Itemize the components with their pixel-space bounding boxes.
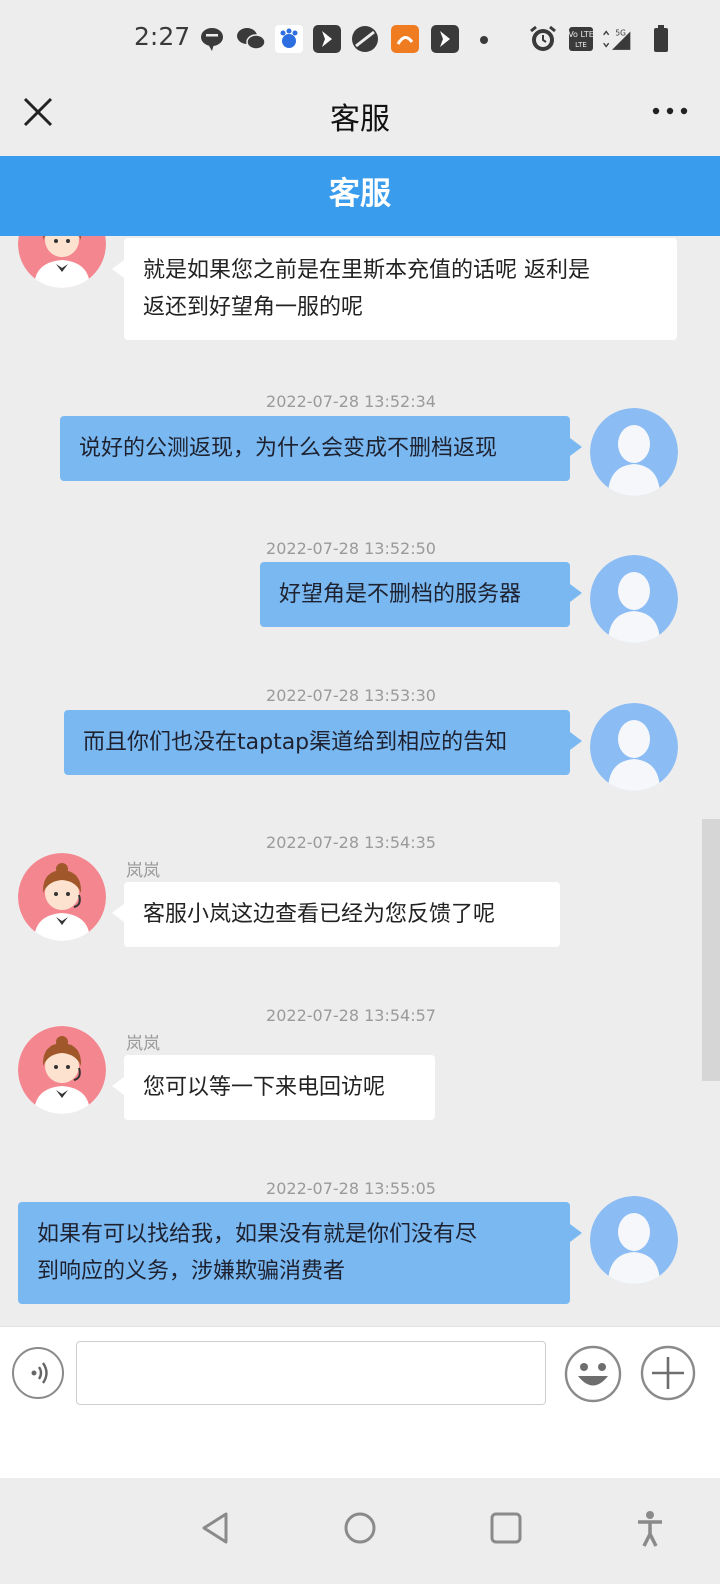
wechat-icon (237, 28, 266, 50)
sender-name: 岚岚 (126, 1034, 160, 1054)
no-disturb-icon (352, 26, 378, 52)
user-avatar[interactable] (590, 555, 678, 643)
system-nav-bar (0, 1478, 720, 1584)
uc-browser-icon (391, 25, 419, 53)
message-line: 说好的公测返现，为什么会变成不删档返现 (79, 436, 498, 461)
more-options-icon[interactable] (650, 96, 690, 126)
user-avatar[interactable] (590, 408, 678, 496)
battery-icon (654, 25, 668, 52)
voice-icon (31, 1362, 48, 1384)
message-line: 而且你们也没在taptap渠道给到相应的告知 (83, 730, 508, 755)
page-title: 客服 (330, 102, 390, 137)
user-message-bubble: 如果有可以找给我，如果没有就是你们没有尽 到响应的义务，涉嫌欺骗消费者 (18, 1202, 582, 1304)
scrollbar-thumb[interactable] (702, 819, 720, 1081)
message-line: 如果有可以找给我，如果没有就是你们没有尽 (37, 1222, 478, 1247)
user-avatar[interactable] (590, 703, 678, 791)
message-timestamp: 2022-07-28 13:54:35 (266, 833, 436, 852)
agent-avatar[interactable] (18, 236, 106, 288)
message-input[interactable] (76, 1341, 546, 1405)
accessibility-icon[interactable] (630, 1508, 670, 1548)
user-message-bubble: 好望角是不删档的服务器 (260, 562, 582, 627)
home-nav-icon[interactable] (340, 1508, 380, 1548)
svg-text:LTE: LTE (575, 41, 587, 49)
signal-5g-icon: 5G (603, 29, 631, 50)
volte-icon: Vo LTE LTE (568, 27, 594, 51)
message-timestamp: 2022-07-28 13:52:34 (266, 392, 436, 411)
message-line: 返还到好望角一服的呢 (143, 295, 364, 320)
user-message-bubble: 而且你们也没在taptap渠道给到相应的告知 (64, 710, 582, 775)
service-header: 客服 (0, 156, 720, 236)
status-bar: 2:27 Vo LTE LTE 5G (0, 0, 720, 80)
chat-bubble-icon (201, 28, 223, 51)
message-timestamp: 2022-07-28 13:53:30 (266, 686, 436, 705)
agent-message-bubble: 您可以等一下来电回访呢 (112, 1055, 435, 1120)
message-line: 客服小岚这边查看已经为您反馈了呢 (143, 902, 496, 927)
input-bar (0, 1326, 720, 1478)
message-timestamp: 2022-07-28 13:55:05 (266, 1179, 436, 1198)
baidu-icon (275, 25, 303, 53)
app-arrow-icon (313, 25, 341, 53)
message-line: 好望角是不删档的服务器 (279, 582, 522, 607)
recents-nav-icon[interactable] (486, 1508, 526, 1548)
agent-message-bubble: 就是如果您之前是在里斯本充值的话呢 返利是 返还到好望角一服的呢 (112, 238, 677, 340)
dot-icon (480, 36, 488, 44)
message-line: 到响应的义务，涉嫌欺骗消费者 (37, 1259, 346, 1284)
title-bar: 客服 (0, 80, 720, 156)
agent-avatar[interactable] (18, 1026, 106, 1114)
agent-message-bubble: 客服小岚这边查看已经为您反馈了呢 (112, 882, 560, 947)
chat-area[interactable]: 就是如果您之前是在里斯本充值的话呢 返利是 返还到好望角一服的呢 2022-07… (0, 236, 720, 1326)
message-line: 您可以等一下来电回访呢 (143, 1075, 386, 1100)
svg-text:Vo LTE: Vo LTE (568, 30, 594, 39)
svg-text:5G: 5G (615, 29, 626, 38)
message-timestamp: 2022-07-28 13:52:50 (266, 539, 436, 558)
emoji-button[interactable] (564, 1345, 622, 1403)
user-avatar[interactable] (590, 1196, 678, 1284)
user-message-bubble: 说好的公测返现，为什么会变成不删档返现 (60, 416, 582, 481)
sender-name: 岚岚 (126, 861, 160, 881)
plus-button[interactable] (640, 1345, 696, 1401)
back-nav-icon[interactable] (196, 1508, 236, 1548)
app-arrow-icon (431, 25, 459, 53)
message-line: 就是如果您之前是在里斯本充值的话呢 返利是 (143, 258, 590, 283)
voice-input-button[interactable] (12, 1347, 64, 1399)
message-timestamp: 2022-07-28 13:54:57 (266, 1006, 436, 1025)
agent-avatar[interactable] (18, 853, 106, 941)
status-time: 2:27 (134, 22, 191, 51)
alarm-icon (530, 25, 556, 51)
service-header-title: 客服 (329, 176, 391, 212)
